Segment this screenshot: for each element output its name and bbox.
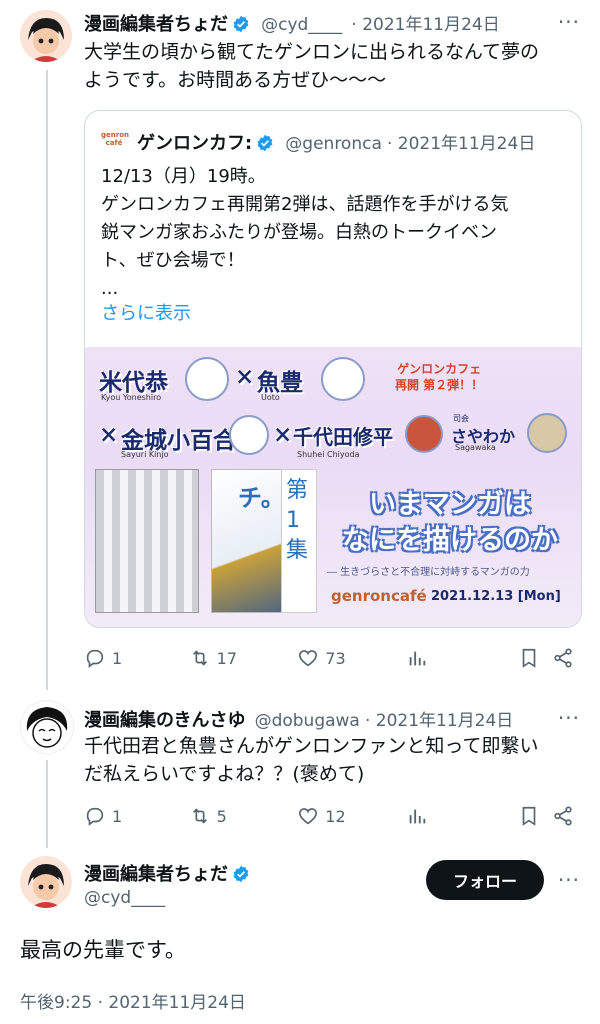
- guest-name-4: 千代田修平: [293, 425, 393, 449]
- thread-line-2: [46, 760, 48, 848]
- avatar[interactable]: [20, 856, 72, 908]
- guest-portrait-4: [405, 415, 443, 453]
- more-options-icon[interactable]: ···: [558, 10, 580, 34]
- author-name[interactable]: 漫画編集者ちょだ: [84, 864, 228, 885]
- bookmark-button[interactable]: [518, 805, 552, 827]
- author-name[interactable]: 漫画編集者ちょだ: [84, 14, 228, 35]
- author-handle[interactable]: @cyd____: [261, 15, 342, 35]
- tweet-date[interactable]: · 2021年11月24日: [365, 711, 513, 731]
- avatar[interactable]: [20, 10, 72, 62]
- heart-icon: [299, 808, 318, 825]
- like-button[interactable]: 12: [297, 805, 406, 827]
- tweet-text: 千代田君と魚豊さんがゲンロンファンと知って即繋い だ私えらいですよね？？(褒めて…: [84, 735, 539, 785]
- book-cover-3: 第1集: [281, 469, 317, 613]
- thread-line-1: [46, 70, 48, 690]
- author-handle[interactable]: @dobugawa: [255, 711, 360, 731]
- tweet-date[interactable]: · 2021年11月24日: [351, 15, 499, 35]
- more-options-icon[interactable]: ···: [558, 868, 580, 892]
- event-date: 2021.12.13 [Mon]: [431, 589, 561, 604]
- guest-name-1: 米代恭: [99, 369, 168, 396]
- quoted-text: 12/13（月）19時。 ゲンロンカフェ再開第2弾は、話題作を手がける気 鋭マン…: [101, 166, 509, 299]
- reply-icon: [86, 807, 104, 826]
- event-tag: ゲンロンカフェ 再開 第２弾！！: [395, 362, 484, 392]
- event-banner-image[interactable]: 米代恭 Kyou Yoneshiro × 魚豊 Uoto ゲンロンカフェ 再開 …: [85, 347, 581, 627]
- tweet-text: 大学生の頃から観てたゲンロンに出られるなんて夢の ようです。お時間ある方ぜひ〜〜…: [84, 41, 540, 91]
- quoted-handle: @genronca: [285, 134, 382, 154]
- quoted-date: · 2021年11月24日: [386, 134, 536, 154]
- avatar[interactable]: [20, 700, 74, 754]
- heart-icon: [299, 650, 318, 667]
- reply-button[interactable]: 1: [84, 647, 189, 669]
- genron-logo-icon: genron café: [101, 131, 129, 147]
- guest-portrait-1: [185, 357, 229, 401]
- bookmark-button[interactable]: [518, 647, 552, 669]
- guest-portrait-2: [321, 357, 365, 401]
- analytics-icon: [409, 809, 426, 824]
- share-icon: [554, 648, 572, 668]
- quoted-author-name: ゲンロンカフ:: [137, 133, 253, 154]
- verified-icon: [232, 865, 250, 883]
- analytics-icon: [409, 651, 426, 666]
- views-button[interactable]: [406, 805, 519, 827]
- reply-button[interactable]: 1: [84, 805, 189, 827]
- verified-icon: [232, 15, 250, 33]
- author-handle[interactable]: @cyd____: [84, 888, 165, 908]
- retweet-icon: [192, 808, 207, 824]
- tweet-actions: 1 5 12: [84, 802, 580, 830]
- bookmark-icon: [523, 648, 536, 668]
- tweet-actions: 1 17 73: [84, 644, 580, 672]
- like-button[interactable]: 73: [297, 647, 406, 669]
- more-options-icon[interactable]: ···: [558, 706, 580, 730]
- reply-icon: [86, 649, 104, 668]
- bookmark-icon: [523, 806, 536, 826]
- share-button[interactable]: [552, 805, 580, 827]
- timestamp[interactable]: 午後9:25 · 2021年11月24日: [20, 988, 246, 1013]
- quoted-tweet[interactable]: genron café ゲンロンカフ: @genronca · 2021年11月2…: [84, 110, 582, 628]
- show-more-link[interactable]: さらに表示: [101, 299, 191, 325]
- author-name[interactable]: 漫画編集のきんさゆ: [84, 710, 245, 731]
- banner-headline: いまマンガは なにを描けるのか: [342, 489, 558, 556]
- verified-icon: [256, 134, 274, 152]
- genroncafe-logo: genroncafé: [331, 587, 427, 605]
- guest-portrait-3: [229, 415, 269, 455]
- retweet-icon: [192, 650, 207, 666]
- share-button[interactable]: [552, 647, 580, 669]
- retweet-button[interactable]: 5: [189, 805, 298, 827]
- book-cover-1: [95, 469, 199, 613]
- share-icon: [554, 806, 572, 826]
- retweet-button[interactable]: 17: [189, 647, 298, 669]
- moderator-portrait: [527, 413, 567, 453]
- views-button[interactable]: [406, 647, 519, 669]
- follow-button[interactable]: フォロー: [426, 860, 544, 900]
- main-tweet-text: 最高の先輩です。: [20, 938, 186, 962]
- guest-name-2: 魚豊: [257, 369, 303, 396]
